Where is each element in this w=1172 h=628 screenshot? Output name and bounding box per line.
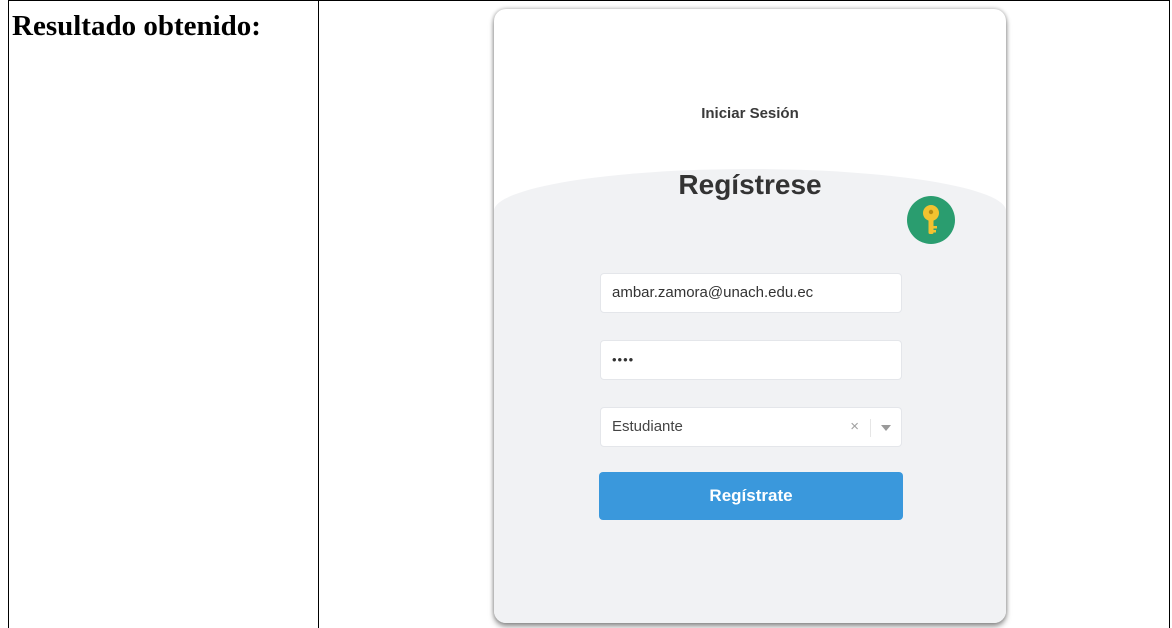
role-select[interactable]: Estudiante × — [600, 407, 902, 447]
chevron-down-icon[interactable] — [881, 425, 891, 431]
login-tab-title[interactable]: Iniciar Sesión — [494, 105, 1006, 122]
table-column-divider — [318, 0, 319, 628]
row-label: Resultado obtenido: — [12, 10, 261, 42]
key-badge — [907, 196, 955, 244]
password-field[interactable]: •••• — [600, 340, 902, 380]
screenshot-login-card: Iniciar Sesión Regístrese ambar.zamora@u… — [494, 9, 1006, 623]
clear-icon[interactable]: × — [850, 408, 859, 446]
select-separator — [870, 419, 871, 437]
key-icon — [923, 205, 939, 234]
register-button[interactable]: Regístrate — [599, 472, 903, 520]
email-field[interactable]: ambar.zamora@unach.edu.ec — [600, 273, 902, 313]
role-select-value: Estudiante — [612, 418, 683, 435]
